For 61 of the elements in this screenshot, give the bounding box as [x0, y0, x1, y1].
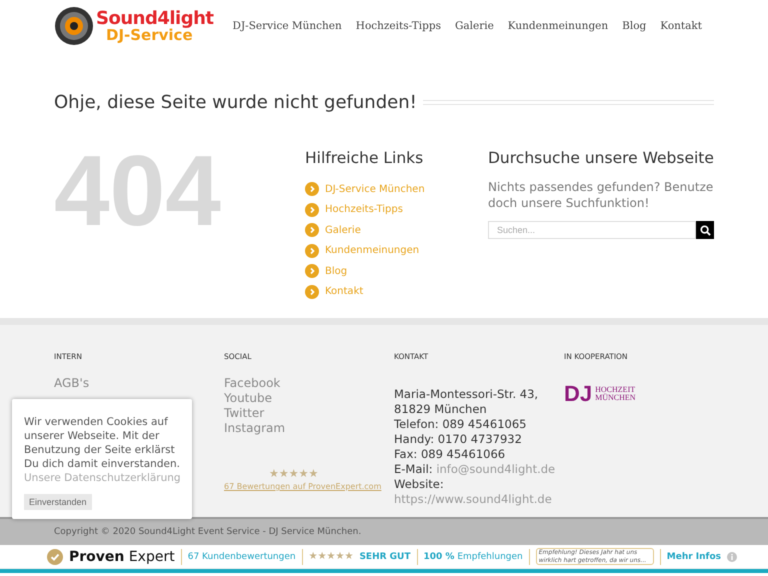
- partner-logo-text: MÜNCHEN: [595, 394, 636, 402]
- contact-line: Telefon: 089 45461065: [394, 417, 528, 432]
- section-heading: Hilfreiche Links: [305, 149, 424, 167]
- chevron-icon: [305, 202, 319, 217]
- contact-line: Website:: [394, 477, 445, 492]
- chevron-icon: [305, 182, 319, 196]
- search-field[interactable]: Suchen...: [488, 221, 696, 240]
- helpful-link[interactable]: Hochzeits-Tipps: [325, 204, 403, 216]
- recommend-label: Empfehlungen: [457, 552, 523, 562]
- partner-logo-mark[interactable]: DJ: [564, 383, 592, 405]
- accept-button[interactable]: Einverstanden: [24, 494, 92, 510]
- helpful-link[interactable]: Blog: [325, 266, 348, 277]
- search-hint: Nichts passendes gefunden? Benutze doch unsere Suchfunktion!: [488, 179, 714, 212]
- search-button[interactable]: [696, 221, 714, 240]
- section-heading: Durchsuche unsere Webseite: [488, 149, 714, 167]
- nav-link[interactable]: Kontakt: [660, 20, 702, 32]
- contact-line: Handy: 0170 4737932: [394, 432, 523, 447]
- helpful-link[interactable]: DJ-Service München: [325, 184, 425, 195]
- page-title: Ohje, diese Seite wurde nicht gefunden!: [54, 92, 417, 113]
- search-icon: [700, 224, 710, 236]
- footer-link[interactable]: Instagram: [224, 421, 394, 436]
- check-badge-icon: [47, 548, 63, 564]
- cookie-text: Wir verwenden Cookies auf unserer Webseite. Mit der Benutzung der Seite erklärst Du dich damit einverstanden.: [24, 415, 181, 471]
- chevron-icon: [305, 223, 319, 238]
- footer-link[interactable]: Twitter: [224, 406, 394, 421]
- helpful-link[interactable]: Kundenmeinungen: [325, 245, 420, 256]
- partner-logo-text: HOCHZEIT: [595, 386, 636, 394]
- helpful-link[interactable]: Galerie: [325, 224, 361, 236]
- contact-label: E-Mail:: [394, 462, 433, 476]
- rating-text: SEHR GUT: [359, 552, 410, 562]
- star-rating: ★★★★★: [308, 551, 354, 562]
- reviews-count[interactable]: 67 Kundenbewertungen: [188, 552, 296, 562]
- nav-link[interactable]: Kundenmeinungen: [508, 20, 608, 32]
- brand-name: Expert: [128, 548, 175, 564]
- contact-line: Fax: 089 45461066: [394, 447, 506, 462]
- recommend-value: 100 %: [424, 552, 454, 562]
- logo-subtitle: DJ-Service: [106, 28, 193, 42]
- nav-link[interactable]: DJ-Service München: [232, 20, 342, 32]
- reviews-link[interactable]: 67 Bewertungen auf ProvenExpert.com: [224, 482, 394, 491]
- email-link[interactable]: info@sound4light.de: [436, 462, 556, 476]
- chevron-icon: [305, 264, 319, 278]
- helpful-link[interactable]: Kontakt: [325, 286, 364, 298]
- nav-link[interactable]: Galerie: [454, 20, 494, 32]
- website-link[interactable]: https://www.sound4light.de: [394, 492, 564, 507]
- more-info-link[interactable]: Mehr Infos: [666, 552, 722, 562]
- contact-line: 81829 München: [394, 402, 488, 417]
- contact-line: Maria-Montessori-Str. 43,: [394, 387, 540, 402]
- star-rating: ★★★★★: [268, 467, 320, 480]
- info-icon: [727, 552, 738, 562]
- footer-link[interactable]: Facebook: [224, 376, 394, 391]
- chevron-icon: [305, 284, 319, 299]
- nav-link[interactable]: Hochzeits-Tipps: [356, 20, 441, 32]
- brand-name: Proven: [69, 548, 124, 564]
- speaker-icon: [54, 6, 94, 46]
- copyright-text: Copyright © 2020 Sound4Light Event Service - DJ Service München.: [54, 527, 362, 537]
- footer-link[interactable]: Youtube: [224, 391, 394, 406]
- chevron-icon: [305, 244, 319, 258]
- privacy-link[interactable]: Unsere Datenschutzerklärung: [24, 471, 181, 486]
- footer-link[interactable]: AGB's: [54, 376, 224, 391]
- nav-link[interactable]: Blog: [622, 20, 646, 32]
- logo-title[interactable]: Sound4light: [96, 10, 214, 28]
